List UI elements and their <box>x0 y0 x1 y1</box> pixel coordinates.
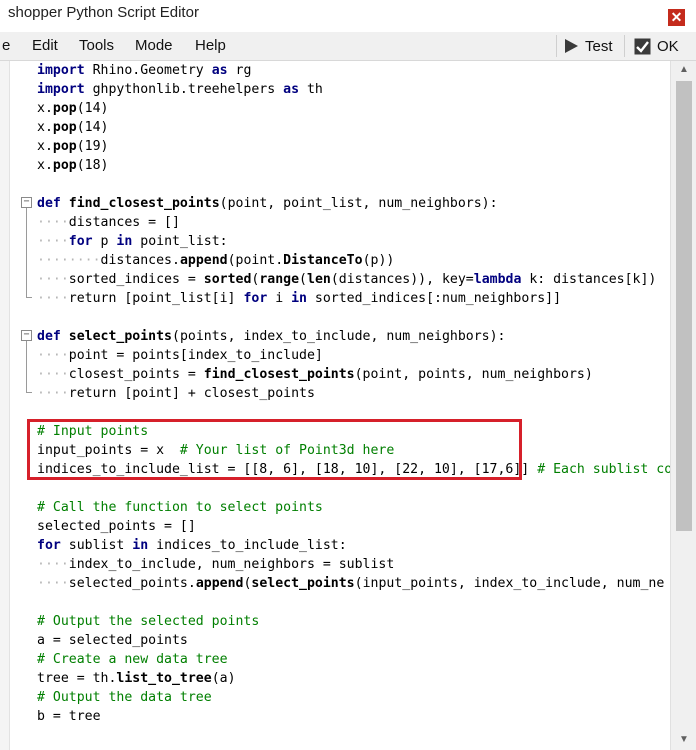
code-line: def find_closest_points(point, point_lis… <box>37 196 498 211</box>
fold-guide <box>26 341 27 392</box>
code-line: ····closest_points = find_closest_points… <box>37 367 593 382</box>
code-line: selected_points = [] <box>37 519 196 534</box>
code-line: tree = th.list_to_tree(a) <box>37 671 236 686</box>
code-line: ····index_to_include, num_neighbors = su… <box>37 557 395 572</box>
code-line: x.pop(14) <box>37 120 109 135</box>
code-line: # Call the function to select points <box>37 500 323 515</box>
code-line: import ghpythonlib.treehelpers as th <box>37 82 323 97</box>
ok-button[interactable]: OK <box>634 36 679 56</box>
code-line: # Output the selected points <box>37 614 260 629</box>
code-line: ····point = points[index_to_include] <box>37 348 323 363</box>
scroll-down-icon[interactable]: ▼ <box>676 733 692 747</box>
code-line: ····sorted_indices = sorted(range(len(di… <box>37 272 657 287</box>
ok-button-label: OK <box>657 37 679 55</box>
title-bar: shopper Python Script Editor ✕ <box>0 0 696 32</box>
fold-guide <box>26 208 27 297</box>
play-icon <box>565 39 578 53</box>
code-line: x.pop(18) <box>37 158 109 173</box>
menu-edit[interactable]: Edit <box>32 37 58 54</box>
window-title: shopper Python Script Editor <box>8 4 199 21</box>
fold-guide-end <box>26 297 32 298</box>
test-button[interactable]: Test <box>563 36 613 56</box>
code-line: ····selected_points.append(select_points… <box>37 576 665 591</box>
editor-gutter <box>0 61 10 750</box>
code-line: ····for p in point_list: <box>37 234 228 249</box>
code-line: ····distances = [] <box>37 215 180 230</box>
menu-file[interactable]: e <box>2 37 10 54</box>
toolbar-separator <box>556 35 557 57</box>
toolbar-separator-2 <box>624 35 625 57</box>
menu-help[interactable]: Help <box>195 37 226 54</box>
code-line: ········distances.append(point.DistanceT… <box>37 253 395 268</box>
code-line: a = selected_points <box>37 633 188 648</box>
scrollbar-thumb[interactable] <box>676 81 692 531</box>
code-line: x.pop(19) <box>37 139 109 154</box>
code-line: b = tree <box>37 709 101 724</box>
code-line: import Rhino.Geometry as rg <box>37 63 252 78</box>
menu-mode[interactable]: Mode <box>135 37 173 54</box>
menu-bar: e Edit Tools Mode Help Test OK <box>0 32 696 61</box>
code-line: ····return [point_list[i] for i in sorte… <box>37 291 562 306</box>
fold-toggle-find-closest-points[interactable]: − <box>21 197 32 208</box>
scroll-up-icon[interactable]: ▲ <box>676 63 692 77</box>
code-line: x.pop(14) <box>37 101 109 116</box>
vertical-scrollbar[interactable]: ▲ ▼ <box>670 61 696 750</box>
highlight-box <box>27 419 522 480</box>
code-line: # Output the data tree <box>37 690 212 705</box>
code-line: # Create a new data tree <box>37 652 228 667</box>
code-line: for sublist in indices_to_include_list: <box>37 538 347 553</box>
checkbox-check-icon <box>634 38 651 54</box>
fold-guide-end <box>26 392 32 393</box>
code-editor[interactable]: − − import Rhino.Geometry as rg import g… <box>0 61 670 750</box>
code-line: def select_points(points, index_to_inclu… <box>37 329 506 344</box>
fold-toggle-select-points[interactable]: − <box>21 330 32 341</box>
code-line: ····return [point] + closest_points <box>37 386 315 401</box>
close-button[interactable]: ✕ <box>668 9 685 26</box>
menu-tools[interactable]: Tools <box>79 37 114 54</box>
test-button-label: Test <box>585 37 613 55</box>
